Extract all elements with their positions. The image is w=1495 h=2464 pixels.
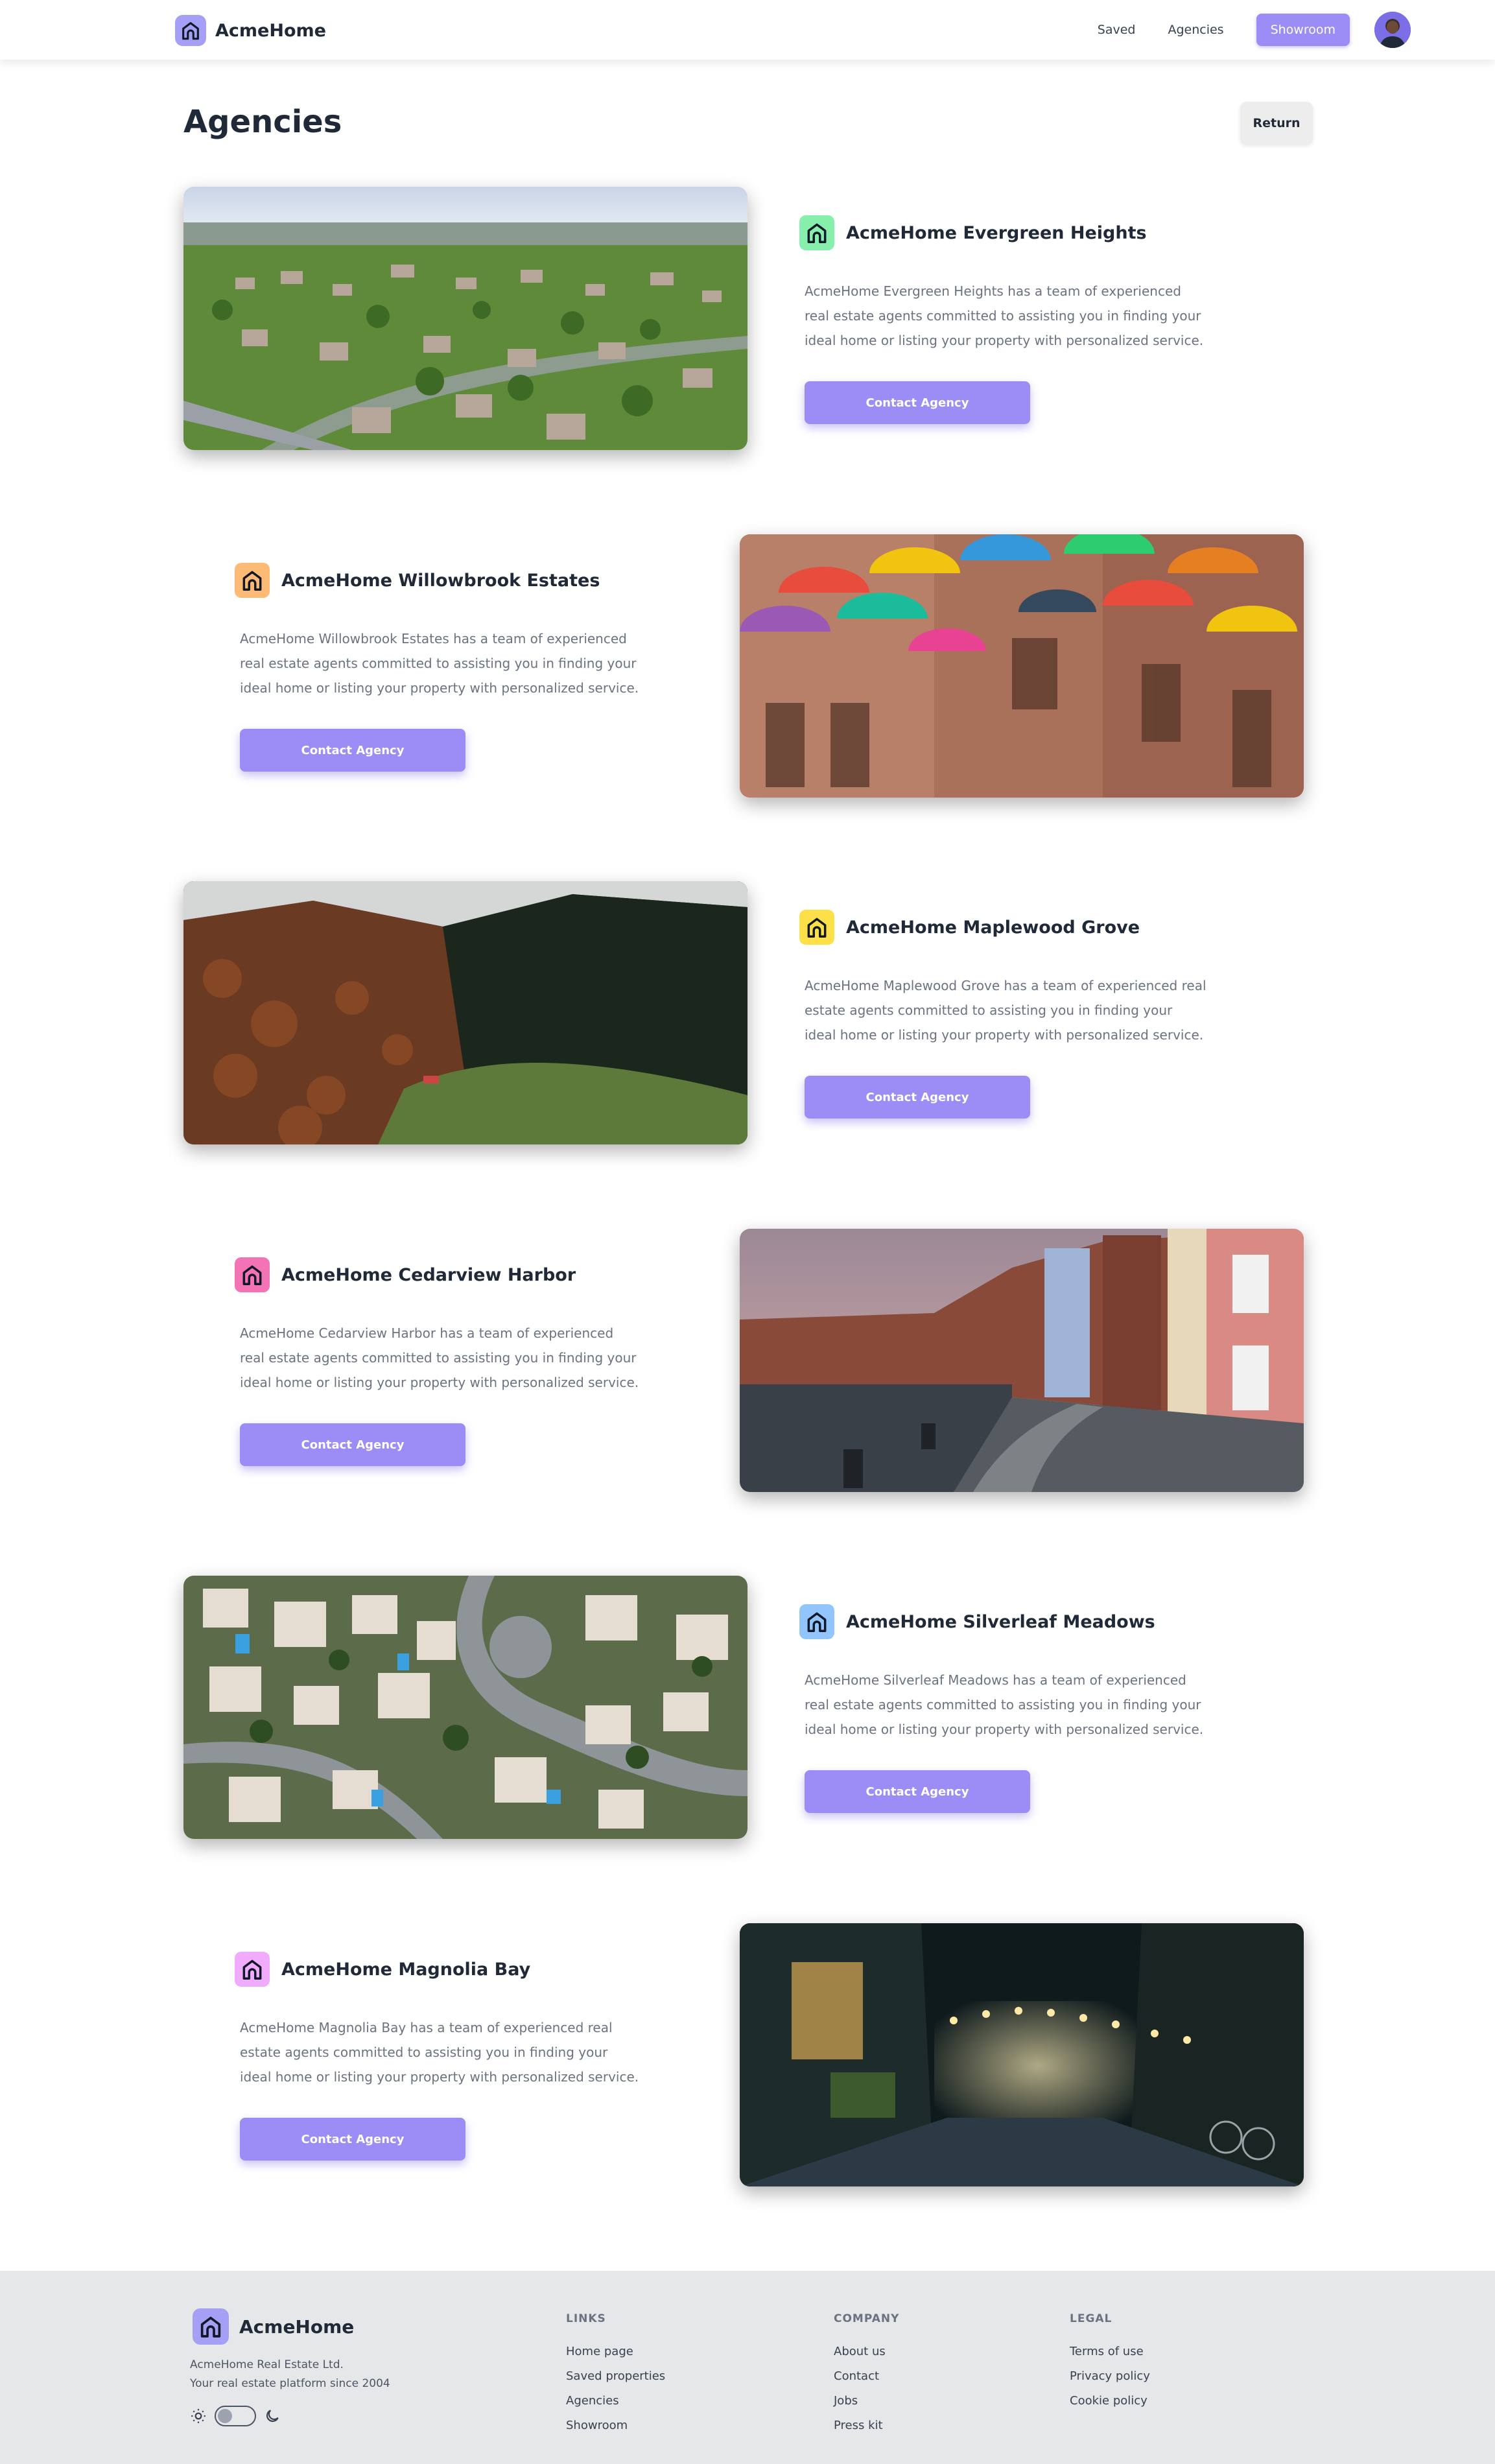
theme-toggle xyxy=(190,2406,281,2426)
contact-agency-button[interactable]: Contact Agency xyxy=(805,1770,1030,1813)
contact-agency-button[interactable]: Contact Agency xyxy=(240,729,465,772)
footer-link-privacy-policy[interactable]: Privacy policy xyxy=(1070,2364,1150,2389)
agency-description: AcmeHome Maplewood Grove has a team of e… xyxy=(805,978,1207,1043)
agency-description: AcmeHome Cedarview Harbor has a team of … xyxy=(240,1325,639,1390)
contact-agency-button[interactable]: Contact Agency xyxy=(805,381,1030,424)
agency-photo xyxy=(183,187,748,450)
house-icon xyxy=(799,910,834,945)
agency-info: AcmeHome Maplewood Grove AcmeHome Maplew… xyxy=(799,910,1214,1119)
toggle-knob xyxy=(218,2409,232,2423)
agency-card: AcmeHome Magnolia Bay AcmeHome Magnolia … xyxy=(0,1923,1495,2196)
agency-photo xyxy=(740,1229,1304,1492)
footer-link-agencies[interactable]: Agencies xyxy=(566,2389,665,2413)
nav-links: Saved Agencies Showroom xyxy=(1065,12,1411,48)
agency-name: AcmeHome Willowbrook Estates xyxy=(281,570,600,591)
agency-card: AcmeHome Cedarview Harbor AcmeHome Cedar… xyxy=(0,1229,1495,1501)
footer-column-title: COMPANY xyxy=(834,2312,900,2325)
page-title: Agencies xyxy=(183,104,342,140)
agency-name: AcmeHome Cedarview Harbor xyxy=(281,1264,576,1285)
footer-company-column: COMPANY About us Contact Jobs Press kit xyxy=(834,2312,899,2438)
moon-icon xyxy=(266,2410,279,2423)
contact-agency-button[interactable]: Contact Agency xyxy=(240,2118,465,2161)
contact-agency-button[interactable]: Contact Agency xyxy=(805,1076,1030,1119)
agency-heading: AcmeHome Evergreen Heights xyxy=(799,215,1214,250)
footer-tagline: Your real estate platform since 2004 xyxy=(190,2377,390,2390)
brand-logo-link[interactable]: AcmeHome xyxy=(175,14,326,47)
footer-link-home-page[interactable]: Home page xyxy=(566,2340,665,2364)
contact-agency-button[interactable]: Contact Agency xyxy=(240,1423,465,1466)
agency-heading: AcmeHome Maplewood Grove xyxy=(799,910,1214,945)
agency-card: AcmeHome Silverleaf Meadows AcmeHome Sil… xyxy=(0,1576,1495,1848)
return-button[interactable]: Return xyxy=(1240,102,1313,145)
brand-name: AcmeHome xyxy=(215,20,326,41)
house-icon xyxy=(799,215,834,250)
agency-heading: AcmeHome Cedarview Harbor xyxy=(235,1257,650,1292)
agency-info: AcmeHome Cedarview Harbor AcmeHome Cedar… xyxy=(235,1257,650,1466)
agency-name: AcmeHome Maplewood Grove xyxy=(846,917,1140,938)
footer-link-showroom[interactable]: Showroom xyxy=(566,2413,665,2438)
footer-link-contact[interactable]: Contact xyxy=(834,2364,899,2389)
agency-description: AcmeHome Willowbrook Estates has a team … xyxy=(240,631,639,696)
top-navbar: AcmeHome Saved Agencies Showroom xyxy=(0,0,1495,60)
house-logo-icon xyxy=(175,15,206,46)
showroom-button[interactable]: Showroom xyxy=(1256,14,1350,46)
agency-name: AcmeHome Evergreen Heights xyxy=(846,222,1147,243)
agency-description: AcmeHome Magnolia Bay has a team of expe… xyxy=(240,2020,639,2085)
agency-photo xyxy=(183,881,748,1144)
site-footer: AcmeHome AcmeHome Real Estate Ltd. Your … xyxy=(0,2271,1495,2464)
agency-name: AcmeHome Magnolia Bay xyxy=(281,1959,531,1980)
sun-icon xyxy=(191,2409,206,2423)
footer-link-about-us[interactable]: About us xyxy=(834,2340,899,2364)
footer-link-cookie-policy[interactable]: Cookie policy xyxy=(1070,2389,1150,2413)
footer-column-title: LINKS xyxy=(566,2312,606,2325)
agency-heading: AcmeHome Silverleaf Meadows xyxy=(799,1604,1214,1639)
agency-description: AcmeHome Evergreen Heights has a team of… xyxy=(805,283,1204,348)
agency-photo xyxy=(183,1576,748,1839)
house-icon xyxy=(235,563,270,598)
house-logo-icon xyxy=(193,2308,229,2345)
agency-card: AcmeHome Evergreen Heights AcmeHome Ever… xyxy=(0,187,1495,459)
agency-photo xyxy=(740,534,1304,798)
footer-column-title: LEGAL xyxy=(1070,2312,1112,2325)
user-avatar[interactable] xyxy=(1374,12,1411,48)
footer-brand[interactable]: AcmeHome xyxy=(193,2308,354,2345)
house-icon xyxy=(799,1604,834,1639)
house-icon xyxy=(235,1952,270,1987)
agency-card: AcmeHome Willowbrook Estates AcmeHome Wi… xyxy=(0,534,1495,807)
agency-info: AcmeHome Magnolia Bay AcmeHome Magnolia … xyxy=(235,1952,650,2161)
agency-photo xyxy=(740,1923,1304,2186)
agency-info: AcmeHome Willowbrook Estates AcmeHome Wi… xyxy=(235,563,650,772)
footer-legal-column: LEGAL Terms of use Privacy policy Cookie… xyxy=(1070,2312,1150,2413)
house-icon xyxy=(235,1257,270,1292)
agency-description: AcmeHome Silverleaf Meadows has a team o… xyxy=(805,1672,1204,1737)
agency-name: AcmeHome Silverleaf Meadows xyxy=(846,1611,1155,1632)
nav-link-agencies[interactable]: Agencies xyxy=(1168,23,1223,37)
footer-link-saved-properties[interactable]: Saved properties xyxy=(566,2364,665,2389)
agency-info: AcmeHome Evergreen Heights AcmeHome Ever… xyxy=(799,215,1214,424)
footer-link-jobs[interactable]: Jobs xyxy=(834,2389,899,2413)
dark-mode-toggle-switch[interactable] xyxy=(215,2406,256,2426)
footer-link-terms-of-use[interactable]: Terms of use xyxy=(1070,2340,1150,2364)
footer-company-name: AcmeHome Real Estate Ltd. xyxy=(190,2358,344,2371)
footer-brand-name: AcmeHome xyxy=(239,2316,355,2338)
nav-link-saved[interactable]: Saved xyxy=(1098,23,1136,37)
footer-links-column: LINKS Home page Saved properties Agencie… xyxy=(566,2312,665,2438)
agency-heading: AcmeHome Magnolia Bay xyxy=(235,1952,650,1987)
footer-link-press-kit[interactable]: Press kit xyxy=(834,2413,899,2438)
agency-info: AcmeHome Silverleaf Meadows AcmeHome Sil… xyxy=(799,1604,1214,1813)
agency-card: AcmeHome Maplewood Grove AcmeHome Maplew… xyxy=(0,881,1495,1154)
agency-heading: AcmeHome Willowbrook Estates xyxy=(235,563,650,598)
